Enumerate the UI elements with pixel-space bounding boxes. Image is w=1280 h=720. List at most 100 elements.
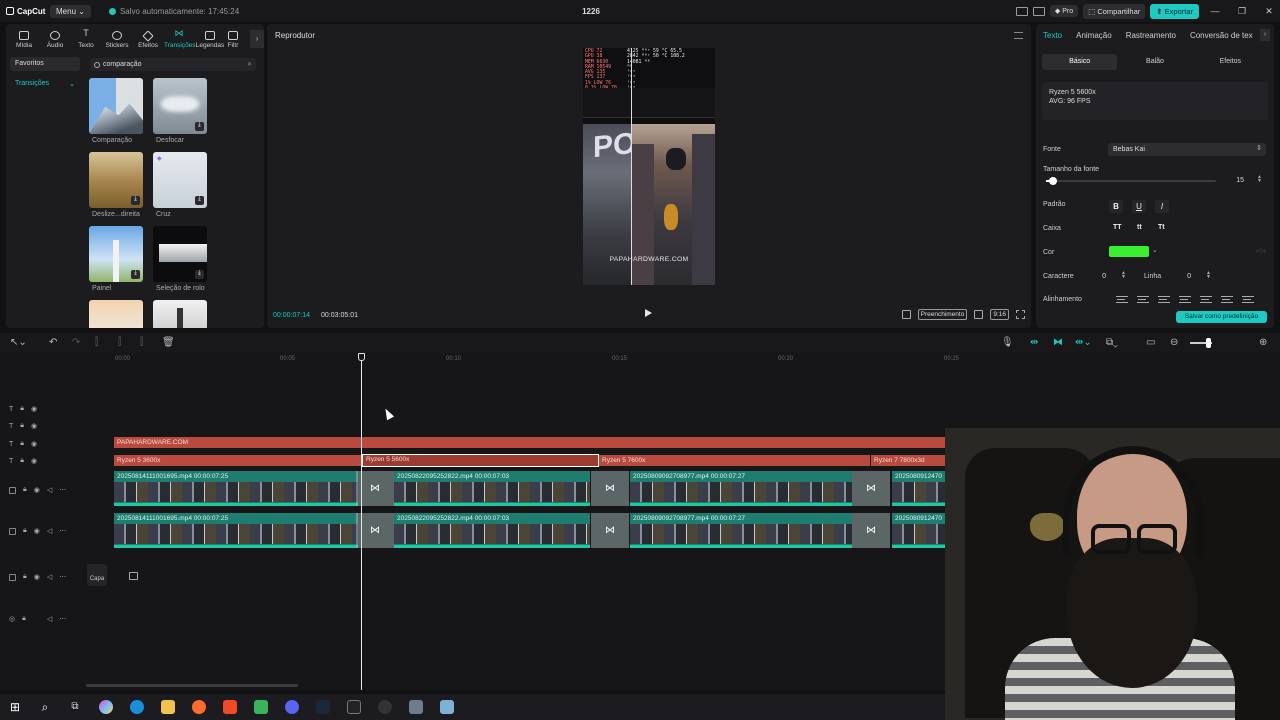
app-icon[interactable] — [409, 700, 423, 714]
underline-button[interactable]: U — [1132, 200, 1146, 213]
lock-icon[interactable]: 🔒︎ — [23, 527, 27, 535]
search-icon[interactable]: ⌕ — [38, 700, 52, 714]
video-clip[interactable]: 20250814111001695.mp4 00:00:07:25 — [114, 513, 358, 548]
crop-icon[interactable] — [901, 310, 911, 319]
lock-icon[interactable]: 🔒︎ — [20, 457, 24, 465]
layout-icon[interactable] — [1015, 6, 1028, 16]
tab-filters[interactable]: Filtr — [226, 31, 240, 49]
linkage-icon[interactable]: ⇹⌄ — [1075, 337, 1092, 348]
transition-thumb-deslize[interactable]: ⤓ — [89, 152, 143, 208]
align-center-icon[interactable] — [1137, 296, 1149, 303]
fit-icon[interactable] — [974, 310, 984, 319]
capcut-taskbar-icon[interactable] — [347, 700, 361, 714]
split-left-icon[interactable]: ⫿ — [118, 337, 121, 348]
align-left-icon[interactable] — [1116, 296, 1128, 303]
transition-marker-icon[interactable]: ⋈ — [591, 513, 629, 548]
file-explorer-icon[interactable] — [161, 700, 175, 714]
text-clip-selected[interactable]: Ryzen 5 5600x — [362, 454, 599, 467]
audio-icon[interactable]: ◁ — [47, 615, 52, 623]
split-right-icon[interactable]: ⫿ — [140, 337, 143, 348]
category-favorites[interactable]: Favoritos — [10, 57, 80, 71]
video-clip[interactable]: 20250814111001695.mp4 00:00:07:25 — [114, 471, 358, 506]
inspector-tabs-scroll-icon[interactable]: › — [1260, 29, 1270, 41]
video-clip[interactable]: 20250809092708977.mp4 00:00:07:27 — [630, 513, 852, 548]
delete-icon[interactable]: 🗑 — [162, 337, 175, 348]
download-icon[interactable]: ⤓ — [131, 196, 140, 205]
eye-icon[interactable]: ◉ — [31, 405, 37, 413]
more-icon[interactable]: ⋯ — [59, 573, 66, 581]
tab-text-conversion[interactable]: Conversão de tex — [1190, 31, 1253, 46]
text-color-swatch[interactable] — [1109, 246, 1149, 257]
more-icon[interactable]: ⋯ — [59, 486, 66, 494]
firefox-icon[interactable] — [192, 700, 206, 714]
copilot-icon[interactable] — [99, 700, 113, 714]
transition-thumb-more-1[interactable] — [89, 300, 143, 328]
eye-icon[interactable]: ◉ — [31, 440, 37, 448]
chevron-down-icon[interactable]: ⌄ — [1152, 246, 1158, 254]
edge-icon[interactable] — [130, 700, 144, 714]
eye-icon[interactable]: ◉ — [34, 527, 40, 535]
app-icon[interactable] — [440, 700, 454, 714]
line-spacing-stepper-icon[interactable]: ▲ ▼ — [1206, 271, 1211, 280]
eye-icon[interactable]: ◉ — [34, 486, 40, 494]
tab-tracking[interactable]: Rastreamento — [1126, 31, 1176, 46]
windows-start-icon[interactable]: ⊞ — [8, 700, 22, 714]
transition-thumb-desfocar[interactable]: ⤓ — [153, 78, 207, 134]
app-icon[interactable] — [254, 700, 268, 714]
font-size-slider-knob[interactable] — [1048, 177, 1057, 185]
eye-icon[interactable]: ◉ — [31, 457, 37, 465]
more-icon[interactable]: ⋯ — [59, 615, 66, 623]
category-transitions[interactable]: Transições ⌄ — [10, 77, 80, 91]
lock-icon[interactable]: 🔒︎ — [20, 422, 24, 430]
line-spacing-value[interactable]: 0 — [1181, 273, 1191, 280]
discord-icon[interactable] — [285, 700, 299, 714]
subtab-bubble[interactable]: Balão — [1117, 54, 1192, 70]
transition-marker-icon[interactable]: ⋈ — [591, 471, 629, 506]
transition-thumb-painel[interactable]: ⤓ — [89, 226, 143, 282]
project-title[interactable]: 1226 — [560, 7, 622, 16]
tab-text-inspector[interactable]: Texto — [1043, 31, 1062, 46]
fill-button[interactable]: Preenchimento — [917, 309, 968, 320]
menu-button[interactable]: Menu ⌄ — [50, 4, 91, 18]
aspect-ratio-button[interactable]: 9:16 — [990, 309, 1009, 320]
italic-button[interactable]: I — [1155, 200, 1169, 213]
zoom-out-icon[interactable]: ⊖ — [1170, 337, 1178, 348]
tab-audio[interactable]: Áudio — [40, 31, 70, 49]
playhead-line[interactable] — [361, 353, 362, 690]
close-icon[interactable]: ✕ — [1258, 6, 1280, 17]
tab-media[interactable]: Mídia — [9, 31, 39, 49]
cover-button[interactable]: Capa — [87, 564, 107, 586]
minimize-icon[interactable]: — — [1204, 6, 1226, 16]
uppercase-button[interactable]: TT — [1113, 224, 1122, 231]
undo-icon[interactable]: ↶ — [49, 337, 57, 348]
caption-track-icon[interactable]: ▭ — [1146, 337, 1155, 348]
tab-animation[interactable]: Animação — [1076, 31, 1112, 46]
split-icon[interactable]: ⫿ — [95, 337, 98, 348]
play-button[interactable] — [645, 309, 652, 317]
lock-icon[interactable]: 🔒︎ — [23, 573, 27, 581]
select-tool-icon[interactable]: ↖⌄ — [10, 337, 27, 348]
font-select[interactable]: Bebas Kai ⇕ — [1108, 143, 1266, 156]
video-clip[interactable]: 2025080912470 — [892, 471, 945, 506]
auto-snap-icon[interactable]: ⧓ — [1053, 337, 1063, 348]
save-preset-button[interactable]: Salvar como predefinição — [1176, 311, 1267, 323]
fullscreen-icon[interactable] — [1016, 310, 1025, 319]
audio-icon[interactable]: ◁ — [47, 486, 52, 494]
lock-icon[interactable]: 🔒︎ — [22, 615, 26, 623]
lowercase-button[interactable]: tt — [1137, 224, 1142, 231]
bold-button[interactable]: B — [1109, 200, 1123, 213]
task-view-icon[interactable]: ⧉ — [68, 700, 82, 714]
lock-icon[interactable]: 🔒︎ — [23, 486, 27, 494]
tab-effects[interactable]: Efeitos — [133, 30, 163, 49]
link-main-track-icon[interactable]: ⇹ — [1030, 337, 1038, 348]
video-preview[interactable]: CPU 72 GPU 38 MEM 6630 RAM 10549 AVG 135… — [583, 48, 715, 285]
download-icon[interactable]: ⤓ — [195, 196, 204, 205]
preview-axis-icon[interactable]: ⧉⌄ — [1106, 337, 1118, 348]
video-clip[interactable]: 20250822095252822.mp4 00:00:07:03 — [394, 471, 590, 506]
font-size-slider[interactable] — [1046, 177, 1216, 185]
text-clip[interactable]: Ryzen 5 3600x — [114, 455, 361, 466]
pro-button[interactable]: ◆ Pro — [1049, 5, 1079, 17]
text-clip[interactable]: PAPAHARDWARE.COM — [114, 437, 945, 448]
transition-marker-icon[interactable]: ⋈ — [852, 471, 890, 506]
steam-icon[interactable] — [316, 700, 330, 714]
